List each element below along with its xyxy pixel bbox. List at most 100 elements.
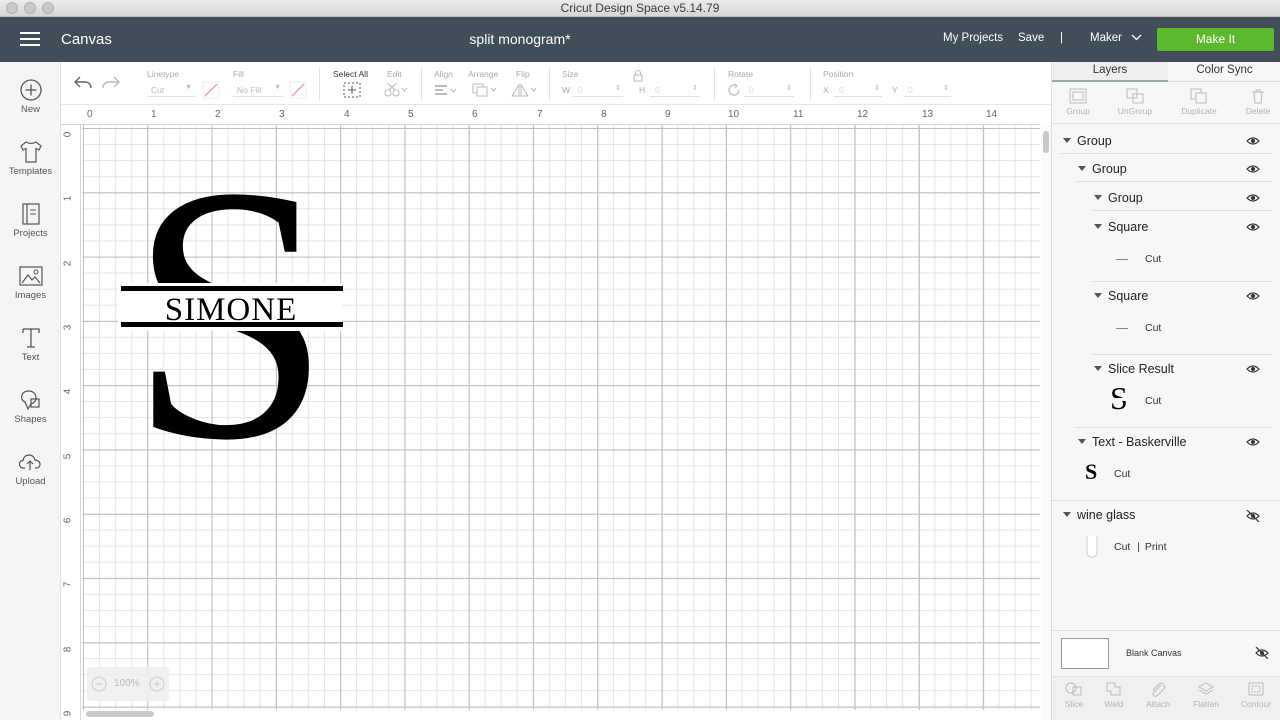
eye-icon[interactable] [1246, 136, 1260, 146]
eye-hidden-icon[interactable] [1255, 647, 1269, 659]
ruler-tick: 5 [62, 453, 74, 460]
redo-icon[interactable] [101, 74, 121, 92]
layer-row-square[interactable]: Square [1092, 283, 1272, 309]
select-all-icon[interactable] [343, 82, 361, 98]
window-title: Cricut Design Space v5.14.79 [560, 1, 720, 15]
linetype-color-swatch-icon[interactable] [202, 81, 220, 99]
arrange-icon[interactable] [471, 82, 499, 98]
nav-upload[interactable]: Upload [0, 450, 61, 487]
slice-button[interactable]: Slice [1052, 681, 1096, 709]
fill-color-swatch-icon[interactable] [289, 81, 307, 99]
nav-text[interactable]: Text [0, 326, 61, 363]
layer-row-square[interactable]: Square [1092, 214, 1272, 240]
vertical-scrollbar[interactable] [1041, 125, 1051, 720]
flatten-button[interactable]: Flatten [1184, 681, 1228, 709]
undo-icon[interactable] [73, 74, 93, 92]
layer-name: Slice Result [1108, 362, 1174, 376]
blank-canvas-swatch[interactable] [1061, 638, 1109, 669]
layer-name: Group [1108, 191, 1143, 205]
zoom-window-button[interactable] [42, 2, 54, 14]
width-label: W [562, 85, 571, 95]
layer-row-text[interactable]: Text - Baskerville [1076, 429, 1272, 455]
duplicate-button[interactable]: Duplicate [1174, 88, 1224, 116]
layer-operation: Cut [1114, 468, 1131, 480]
operation-cut: Cut [1114, 541, 1131, 553]
eye-icon[interactable] [1246, 193, 1260, 203]
layer-row-group[interactable]: Group [1092, 185, 1272, 211]
flip-icon[interactable] [510, 82, 538, 98]
group-label: Group [1066, 106, 1090, 116]
horizontal-scroll-thumb[interactable] [86, 711, 154, 717]
eye-hidden-icon[interactable] [1246, 510, 1260, 522]
attach-button[interactable]: Attach [1136, 681, 1180, 709]
caret-down-icon [1094, 195, 1102, 200]
nav-new[interactable]: New [0, 78, 61, 115]
close-window-button[interactable] [6, 2, 18, 14]
y-position-input[interactable]: 0 ⇕ [903, 82, 951, 97]
zoom-out-icon[interactable] [91, 676, 107, 692]
layers-panel: Layers Color Sync Group UnGroup Duplicat… [1051, 62, 1280, 720]
caret-down-icon [1094, 224, 1102, 229]
tab-layers[interactable]: Layers [1052, 62, 1168, 82]
nav-templates[interactable]: Templates [0, 140, 61, 177]
align-icon[interactable] [433, 84, 459, 98]
eye-icon[interactable] [1246, 437, 1260, 447]
edit-scissors-icon[interactable] [383, 82, 409, 98]
nav-images[interactable]: Images [0, 264, 61, 301]
zoom-in-icon[interactable] [149, 676, 165, 692]
ruler-tick: 10 [728, 109, 740, 120]
caret-down-icon [1078, 166, 1086, 171]
fill-select[interactable]: No Fill ▼ [233, 82, 283, 97]
layer-row-slice-result[interactable]: Slice Result [1092, 356, 1272, 382]
my-projects-link[interactable]: My Projects [943, 32, 1003, 44]
ungroup-button[interactable]: UnGroup [1110, 88, 1160, 116]
slice-icon [1065, 682, 1082, 696]
eye-icon[interactable] [1246, 164, 1260, 174]
layer-row-group[interactable]: Group [1076, 156, 1272, 182]
machine-select[interactable]: Maker [1090, 32, 1142, 44]
rotate-input[interactable]: 0 ⇕ [744, 82, 794, 97]
nav-projects[interactable]: Projects [0, 202, 61, 239]
contour-button[interactable]: Contour [1234, 681, 1278, 709]
operation-print: Print [1144, 541, 1167, 553]
lock-icon[interactable] [633, 70, 643, 82]
width-input[interactable]: 0 ⇕ [573, 82, 623, 97]
layer-name: Group [1077, 134, 1112, 148]
linetype-select[interactable]: Cut ▼ [147, 82, 195, 97]
blank-canvas-row[interactable]: Blank Canvas [1052, 630, 1280, 674]
tab-color-sync[interactable]: Color Sync [1168, 62, 1280, 82]
dropdown-caret-icon: ▼ [274, 84, 281, 91]
rotate-icon [728, 83, 740, 96]
minimize-window-button[interactable] [24, 2, 36, 14]
rotate-value: 0 [749, 85, 754, 95]
dropdown-caret-icon: ▼ [185, 84, 192, 91]
group-button[interactable]: Group [1053, 88, 1103, 116]
width-value: 0 [578, 85, 583, 95]
layer-row-wine-glass[interactable]: wine glass [1060, 502, 1272, 528]
ruler-tick: 14 [986, 109, 998, 120]
nav-text-label: Text [21, 352, 40, 363]
design-canvas[interactable]: S SIMONE [82, 111, 1040, 710]
ruler-tick: 2 [62, 260, 74, 267]
ungroup-label: UnGroup [1117, 106, 1153, 116]
upload-cloud-icon [18, 454, 41, 470]
eye-icon[interactable] [1246, 222, 1260, 232]
vertical-scroll-thumb[interactable] [1043, 131, 1049, 153]
monogram-name: SIMONE [165, 292, 298, 328]
x-position-input[interactable]: 0 ⇕ [834, 82, 882, 97]
eye-icon[interactable] [1246, 364, 1260, 374]
notebook-icon [21, 203, 40, 225]
height-input[interactable]: 0 ⇕ [650, 82, 700, 97]
nav-shapes[interactable]: Shapes [0, 388, 61, 425]
make-it-button[interactable]: Make It [1157, 28, 1274, 51]
save-button[interactable]: Save [1018, 32, 1044, 44]
layer-row-group[interactable]: Group [1060, 128, 1272, 154]
delete-button[interactable]: Delete [1233, 88, 1280, 116]
wine-glass-thumbnail-icon [1086, 536, 1098, 558]
layer-divider [1052, 500, 1280, 501]
y-label: Y [892, 85, 898, 95]
eye-icon[interactable] [1246, 291, 1260, 301]
weld-button[interactable]: Weld [1092, 681, 1136, 709]
nav-upload-label: Upload [15, 476, 46, 487]
split-monogram-design[interactable]: S SIMONE [118, 111, 348, 515]
